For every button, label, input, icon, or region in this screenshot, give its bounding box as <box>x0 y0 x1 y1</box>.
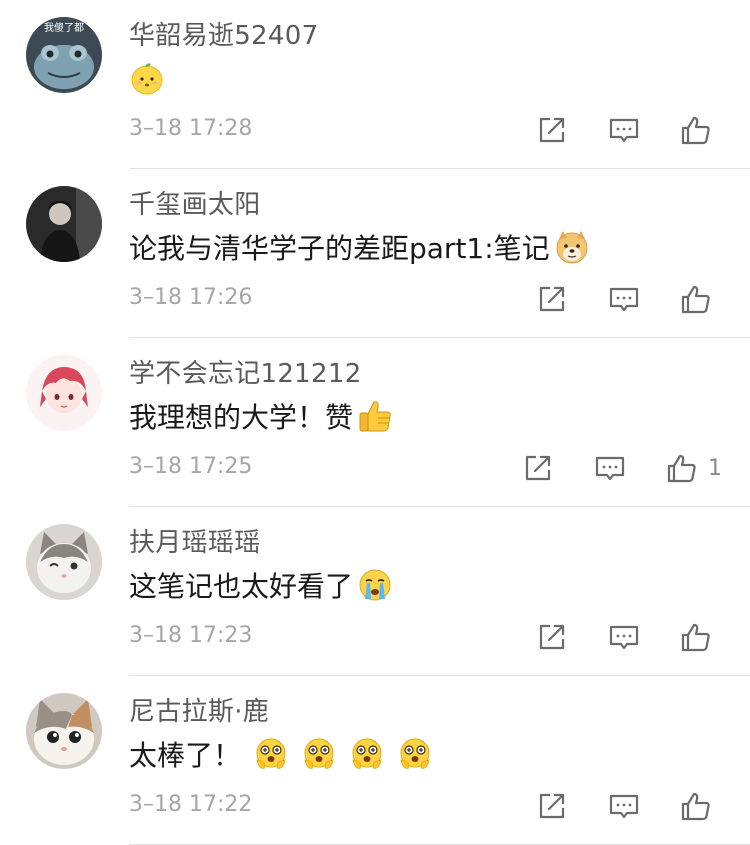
username[interactable]: 学不会忘记121212 <box>129 353 362 390</box>
avatar[interactable] <box>26 186 102 262</box>
crying-face-emoji-icon <box>357 567 393 603</box>
like-button[interactable]: 1 <box>666 452 722 484</box>
amazed-face-emoji-icon <box>301 736 337 772</box>
reply-button[interactable] <box>608 790 640 822</box>
reply-button[interactable] <box>594 452 626 484</box>
like-button[interactable] <box>680 283 722 315</box>
lemon-face-emoji-icon <box>129 60 165 96</box>
avatar-anime-image <box>26 355 102 431</box>
comment-content: 这笔记也太好看了 <box>129 565 393 605</box>
comment-text: 论我与清华学子的差距part1:笔记 <box>129 232 550 265</box>
username[interactable]: 尼古拉斯·鹿 <box>129 691 269 728</box>
comment-item: 我傻了都 华韶易逝52407 3–18 17:28 <box>0 0 750 169</box>
like-button[interactable] <box>680 114 722 146</box>
like-count: 1 <box>708 455 722 481</box>
share-button[interactable] <box>536 283 568 315</box>
comment-actions <box>496 112 722 148</box>
reply-button[interactable] <box>608 283 640 315</box>
comment-timestamp: 3–18 17:23 <box>129 623 253 648</box>
comment-item: 尼古拉斯·鹿 太棒了！ 3–18 17:22 <box>0 676 750 845</box>
like-icon <box>681 116 710 145</box>
comment-item: 千玺画太阳 论我与清华学子的差距part1:笔记 3–18 17:26 <box>0 169 750 338</box>
like-icon <box>681 792 710 821</box>
username[interactable]: 千玺画太阳 <box>129 184 261 221</box>
avatar[interactable]: 我傻了都 <box>26 17 102 93</box>
like-button[interactable] <box>680 790 722 822</box>
like-button[interactable] <box>680 621 722 653</box>
amazed-face-emoji-icon <box>397 736 433 772</box>
comment-text: 这笔记也太好看了 <box>129 570 354 603</box>
like-icon <box>667 454 696 483</box>
comment-item: 扶月瑶瑶瑶 这笔记也太好看了 3–18 17:23 <box>0 507 750 676</box>
share-button[interactable] <box>536 114 568 146</box>
like-icon <box>681 285 710 314</box>
comment-actions <box>496 281 722 317</box>
like-icon <box>681 623 710 652</box>
reply-icon <box>609 625 639 650</box>
amazed-face-emoji-icon <box>349 736 385 772</box>
avatar-badge-text: 我傻了都 <box>44 22 84 34</box>
share-icon <box>525 455 551 481</box>
share-icon <box>539 793 565 819</box>
comment-timestamp: 3–18 17:26 <box>129 285 253 310</box>
amazed-face-emoji-icon <box>253 736 289 772</box>
reply-button[interactable] <box>608 621 640 653</box>
avatar-portrait-image <box>26 186 102 262</box>
comment-text: 太棒了！ <box>129 739 242 772</box>
avatar-frog-image: 我傻了都 <box>26 17 102 93</box>
comment-actions: 1 <box>482 450 722 486</box>
reply-button[interactable] <box>608 114 640 146</box>
reply-icon <box>595 456 625 481</box>
share-icon <box>539 624 565 650</box>
reply-icon <box>609 794 639 819</box>
avatar-cat-image <box>26 524 102 600</box>
thumbs-up-emoji-icon <box>357 398 393 434</box>
username[interactable]: 华韶易逝52407 <box>129 15 318 52</box>
comment-content: 我理想的大学！赞 <box>129 396 393 436</box>
comment-actions <box>496 619 722 655</box>
share-icon <box>539 286 565 312</box>
reply-icon <box>609 287 639 312</box>
share-button[interactable] <box>536 790 568 822</box>
comment-content <box>129 58 165 98</box>
username[interactable]: 扶月瑶瑶瑶 <box>129 522 261 559</box>
share-button[interactable] <box>536 621 568 653</box>
comment-timestamp: 3–18 17:22 <box>129 792 253 817</box>
avatar-kitten-image <box>26 693 102 769</box>
comment-content: 论我与清华学子的差距part1:笔记 <box>129 227 590 267</box>
share-button[interactable] <box>522 452 554 484</box>
comment-timestamp: 3–18 17:25 <box>129 454 253 479</box>
comment-text: 我理想的大学！赞 <box>129 401 354 434</box>
comment-item: 学不会忘记121212 我理想的大学！赞 3–18 17:25 1 <box>0 338 750 507</box>
avatar[interactable] <box>26 693 102 769</box>
avatar[interactable] <box>26 524 102 600</box>
comment-actions <box>496 788 722 824</box>
reply-icon <box>609 118 639 143</box>
comment-content: 太棒了！ <box>129 734 433 774</box>
avatar[interactable] <box>26 355 102 431</box>
doge-face-emoji-icon <box>554 229 590 265</box>
comment-timestamp: 3–18 17:28 <box>129 116 253 141</box>
share-icon <box>539 117 565 143</box>
